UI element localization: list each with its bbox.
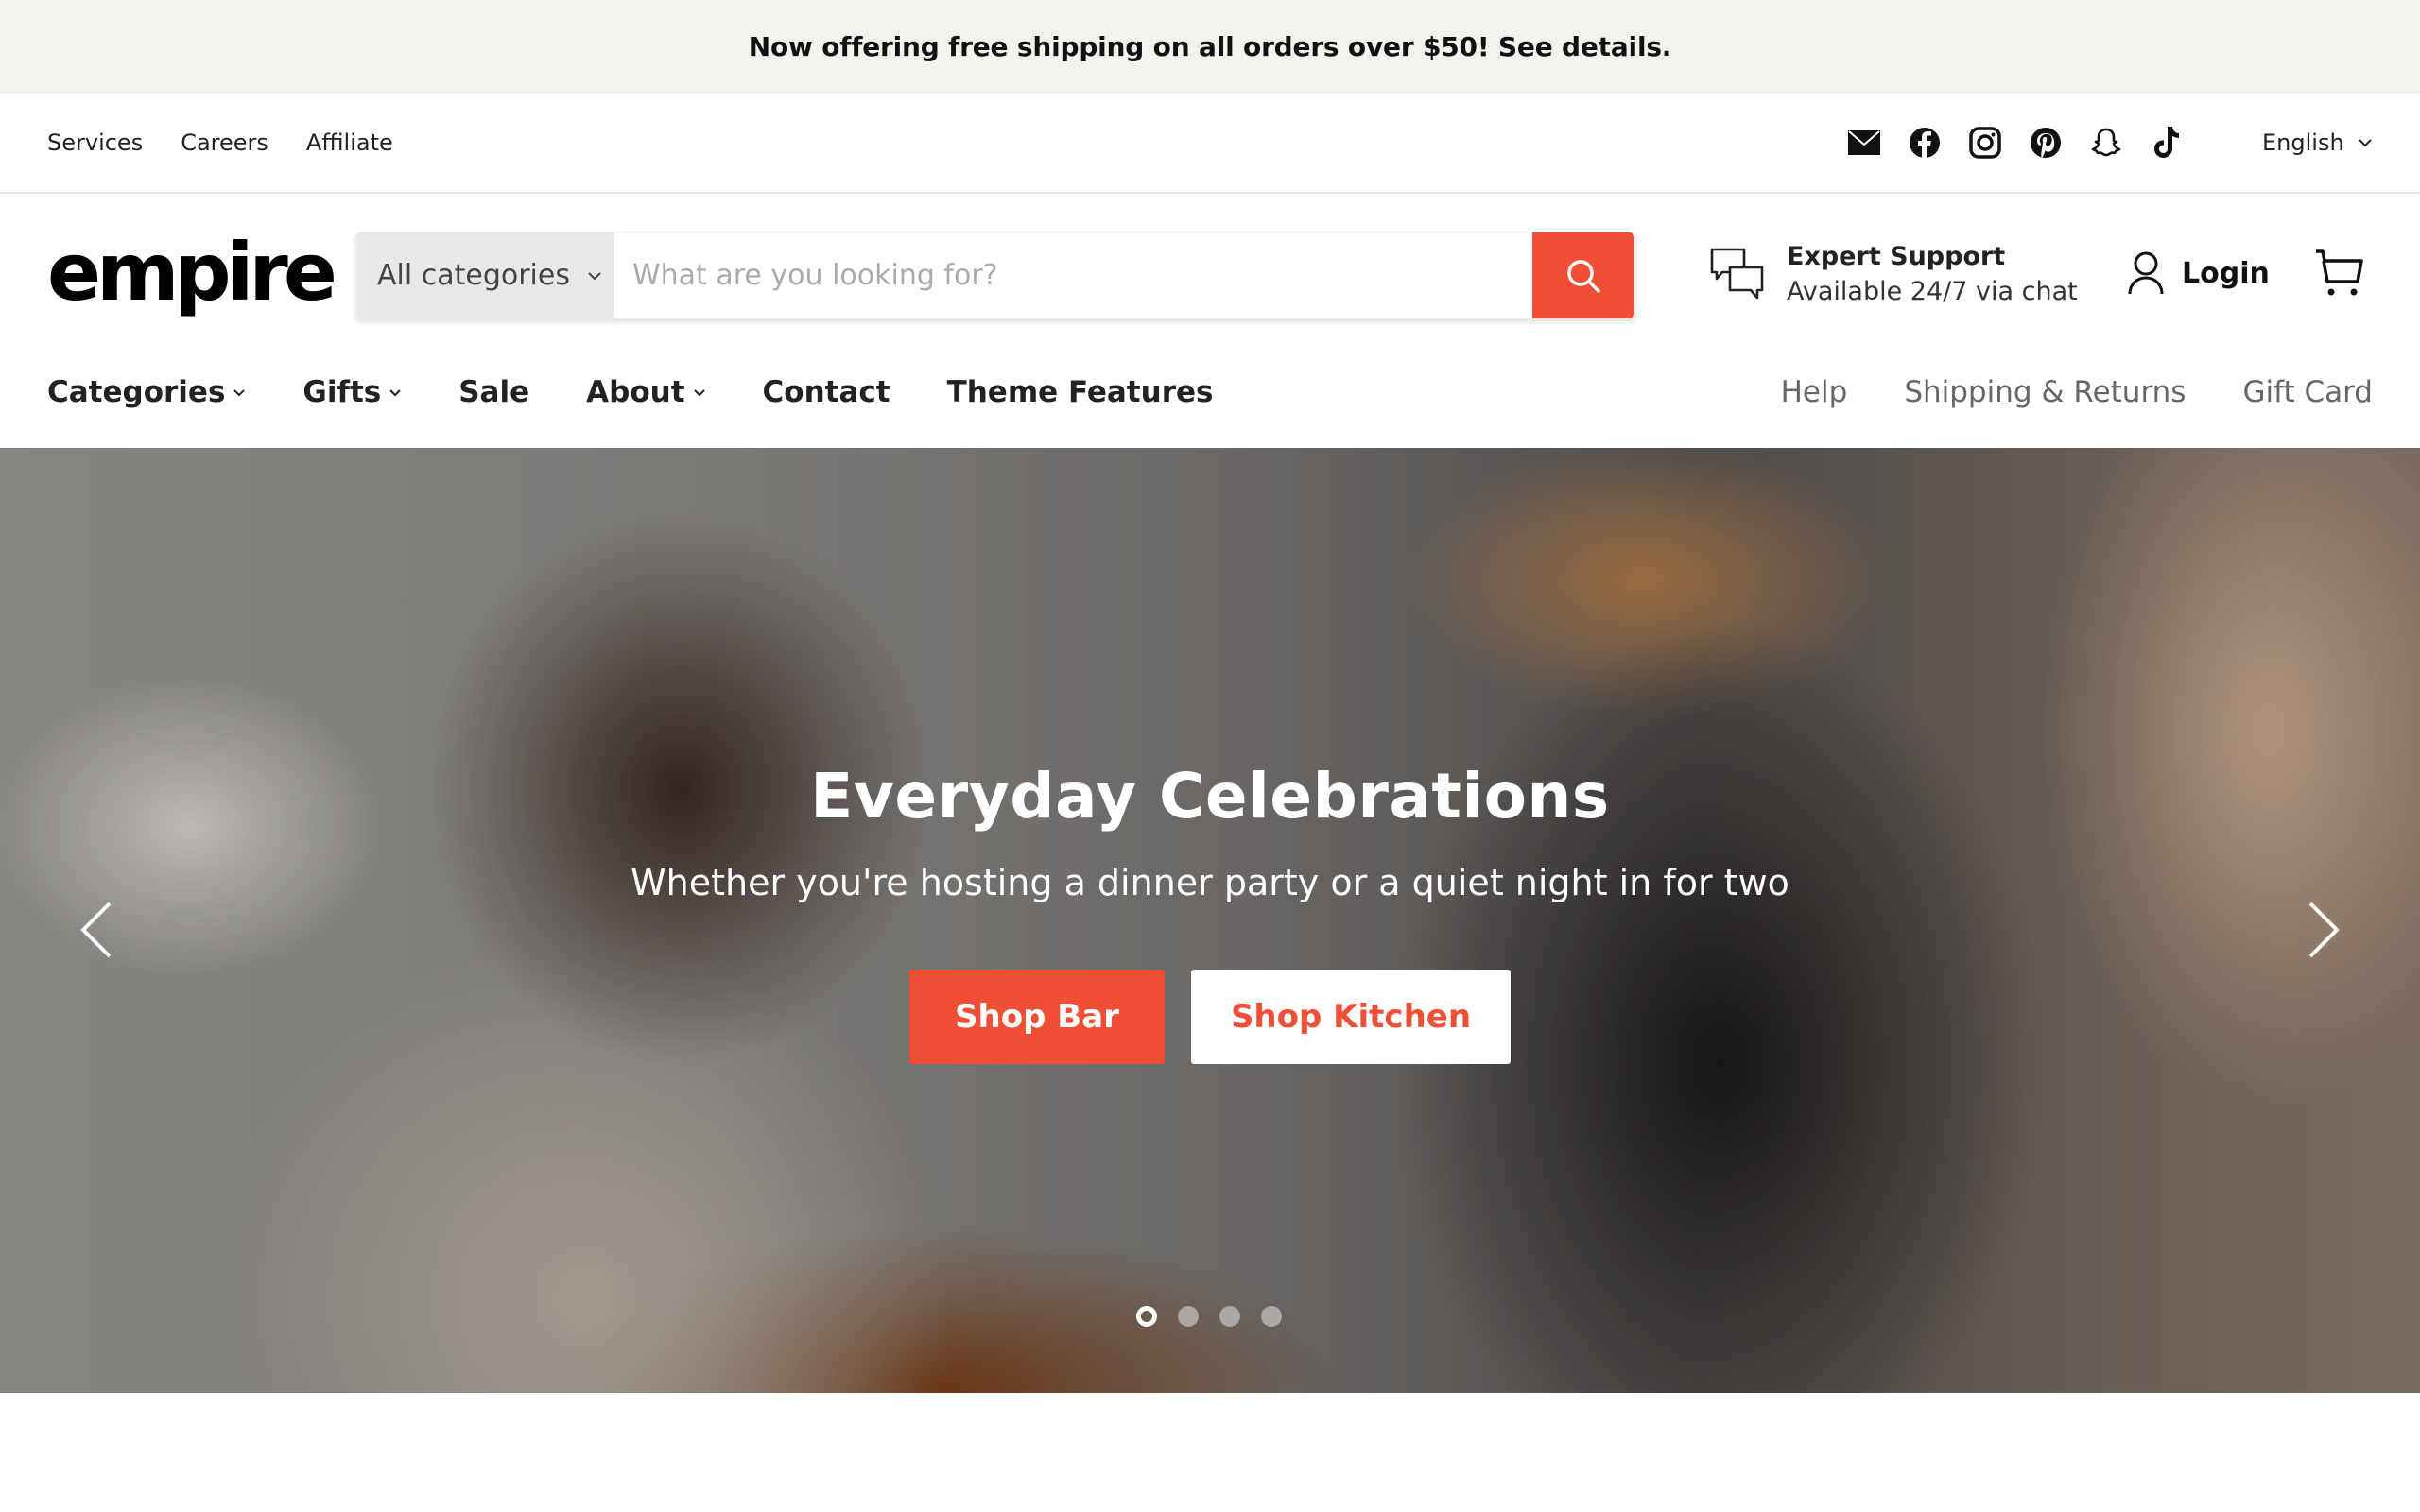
- previous-slide-button[interactable]: [68, 892, 125, 968]
- nav-label: Categories: [47, 375, 226, 409]
- secondary-nav-help[interactable]: Help: [1781, 375, 1848, 409]
- search-input[interactable]: [614, 232, 1532, 318]
- hero-subtitle: Whether you're hosting a dinner party or…: [631, 862, 1789, 903]
- chevron-down-icon: [2358, 139, 2372, 147]
- language-selector[interactable]: English: [2262, 94, 2373, 192]
- next-slide-button[interactable]: [2295, 892, 2352, 968]
- chevron-right-icon: [2308, 902, 2340, 958]
- hero-buttons: Shop Bar Shop Kitchen: [909, 970, 1511, 1064]
- store-logo[interactable]: empire: [47, 225, 337, 319]
- slide-dot-1[interactable]: [1136, 1306, 1157, 1327]
- cart-button[interactable]: [2314, 248, 2365, 302]
- chevron-down-icon: [588, 271, 601, 280]
- snapchat-icon[interactable]: [2090, 127, 2122, 159]
- slide-dot-4[interactable]: [1261, 1306, 1282, 1327]
- nav-label: Sale: [458, 375, 530, 409]
- nav-item-sale[interactable]: Sale: [458, 375, 529, 409]
- secondary-nav: Help Shipping & Returns Gift Card: [1781, 364, 2373, 421]
- expert-support[interactable]: Expert Support Available 24/7 via chat: [1709, 242, 2078, 306]
- login-link[interactable]: Login: [2127, 250, 2270, 296]
- nav-item-theme-features[interactable]: Theme Features: [947, 375, 1214, 409]
- cart-icon: [2316, 249, 2363, 296]
- nav-item-gifts[interactable]: Gifts: [302, 375, 402, 409]
- category-select[interactable]: All categories: [356, 232, 614, 318]
- utility-link-careers[interactable]: Careers: [181, 129, 268, 156]
- pinterest-icon[interactable]: [2030, 127, 2062, 159]
- hero-title: Everyday Celebrations: [810, 760, 1610, 833]
- chat-bubbles-icon: [1710, 248, 1764, 300]
- slide-dot-2[interactable]: [1178, 1306, 1199, 1327]
- slide-dot-3[interactable]: [1219, 1306, 1240, 1327]
- support-subtitle: Available 24/7 via chat: [1787, 277, 2078, 306]
- search-icon: [1567, 259, 1600, 293]
- nav-item-contact[interactable]: Contact: [763, 375, 890, 409]
- shop-kitchen-button[interactable]: Shop Kitchen: [1191, 970, 1511, 1064]
- shop-bar-button[interactable]: Shop Bar: [909, 970, 1165, 1064]
- nav-label: Gifts: [302, 375, 382, 409]
- instagram-icon[interactable]: [1969, 127, 2001, 159]
- support-title: Expert Support: [1787, 242, 2006, 271]
- tiktok-icon[interactable]: [2151, 127, 2183, 159]
- search-button[interactable]: [1532, 232, 1634, 318]
- nav-label: About: [586, 375, 685, 409]
- nav-item-categories[interactable]: Categories: [47, 375, 246, 409]
- facebook-icon[interactable]: [1909, 127, 1941, 159]
- secondary-nav-shipping-returns[interactable]: Shipping & Returns: [1904, 375, 2186, 409]
- nav-label: Contact: [762, 375, 890, 409]
- main-nav: Categories Gifts Sale About Contact Them…: [47, 364, 1213, 421]
- chevron-left-icon: [80, 902, 112, 958]
- hero-slideshow: Everyday Celebrations Whether you're hos…: [0, 448, 2420, 1393]
- login-label: Login: [2182, 256, 2270, 290]
- slide-indicators: [1136, 1306, 1282, 1327]
- nav-label: Theme Features: [946, 375, 1214, 409]
- chevron-down-icon: [693, 388, 705, 396]
- utility-bar: Services Careers Affiliate English: [0, 94, 2420, 194]
- language-label: English: [2262, 129, 2344, 156]
- social-links: [1848, 94, 2183, 192]
- search-bar: All categories: [355, 232, 1635, 319]
- chevron-down-icon: [233, 388, 246, 396]
- utility-links: Services Careers Affiliate: [47, 94, 393, 192]
- secondary-nav-gift-card[interactable]: Gift Card: [2242, 375, 2373, 409]
- announcement-bar[interactable]: Now offering free shipping on all orders…: [0, 0, 2420, 94]
- utility-link-affiliate[interactable]: Affiliate: [306, 129, 393, 156]
- hero-image: [0, 448, 2420, 1393]
- category-select-value: All categories: [377, 259, 570, 292]
- user-icon: [2128, 251, 2164, 295]
- utility-link-services[interactable]: Services: [47, 129, 143, 156]
- email-icon[interactable]: [1848, 127, 1880, 159]
- announcement-text[interactable]: Now offering free shipping on all orders…: [749, 31, 1672, 62]
- nav-item-about[interactable]: About: [586, 375, 705, 409]
- chevron-down-icon: [389, 388, 401, 396]
